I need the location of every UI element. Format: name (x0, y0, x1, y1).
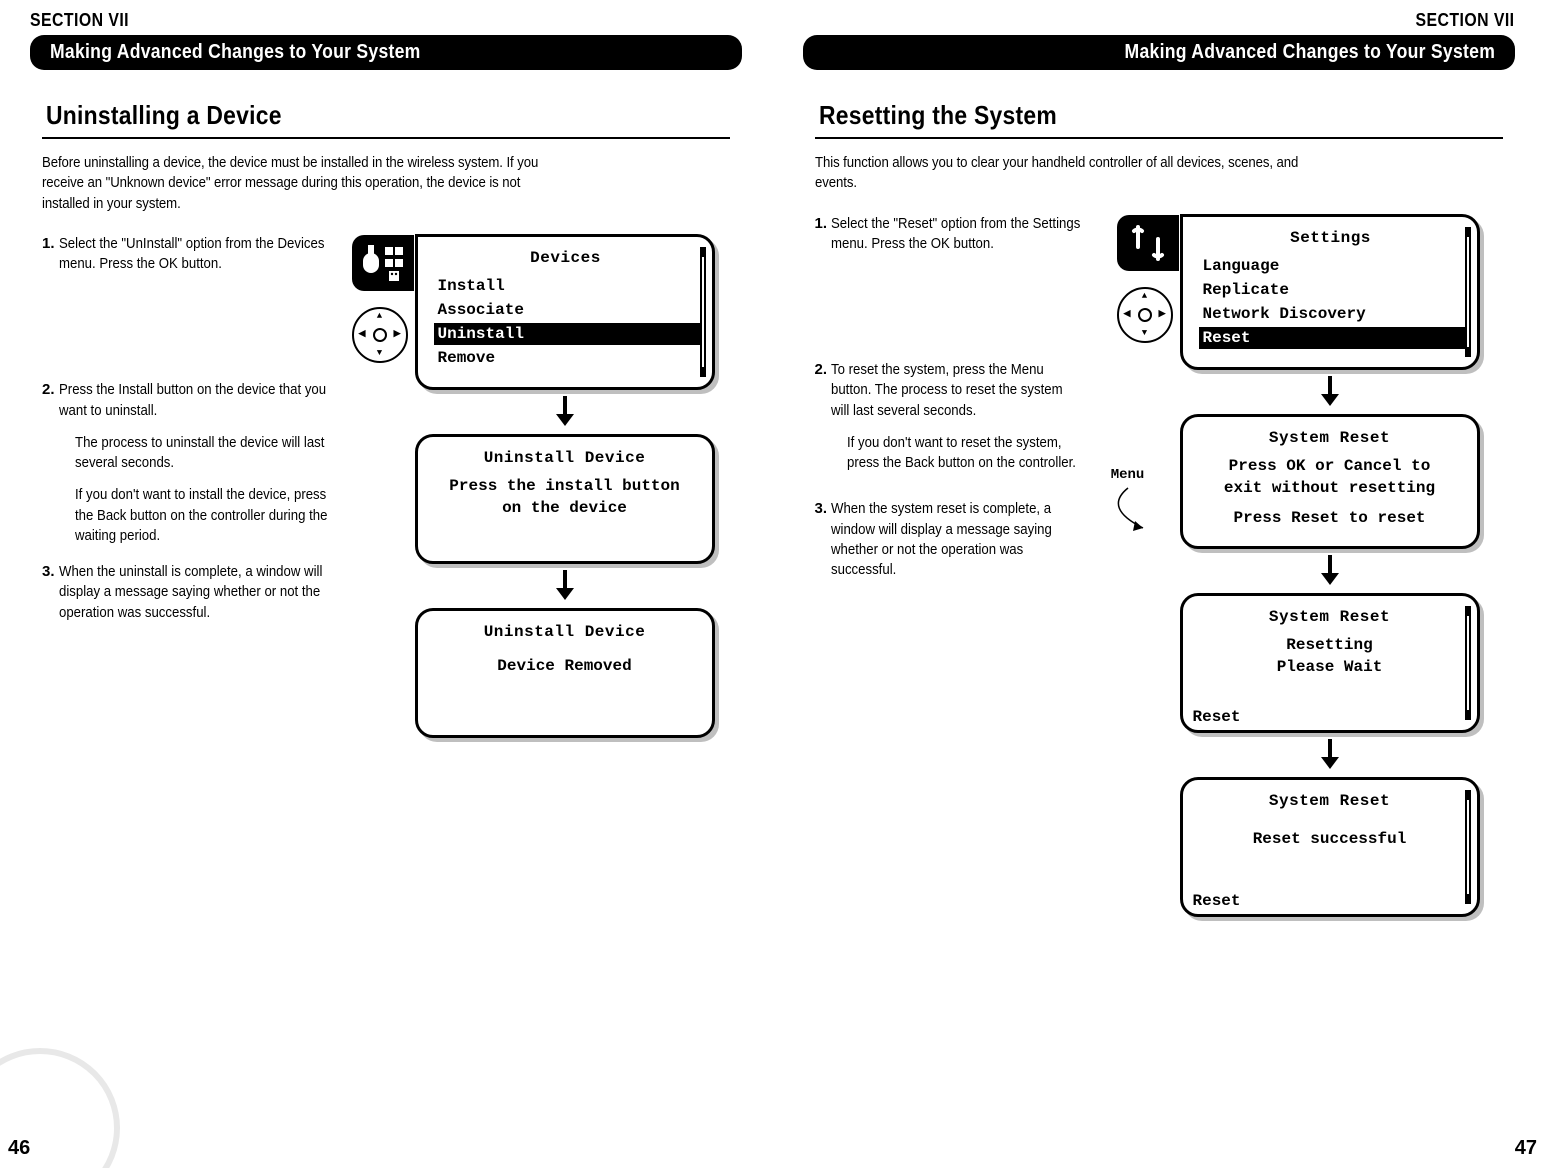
flow-arrow-icon (1315, 555, 1345, 585)
lcd-title: System Reset (1191, 792, 1469, 810)
lcd-text: Device Removed (426, 655, 704, 677)
scrollbar-icon (1465, 790, 1471, 904)
menu-item: Network Discovery (1199, 303, 1465, 325)
menu-item: Language (1199, 255, 1465, 277)
subheading-left: Uninstalling a Device (42, 100, 730, 139)
lcd-text: Press the install button (426, 475, 704, 497)
scrollbar-icon (1465, 227, 1471, 357)
step: 3. When the system reset is complete, a … (815, 499, 1115, 580)
flow-arrow-icon (1315, 739, 1345, 769)
step: 1. Select the "Reset" option from the Se… (815, 214, 1115, 255)
scrollbar-icon (700, 247, 706, 377)
menu-button-callout: Menu (1083, 467, 1173, 538)
flow-arrow-icon (1315, 376, 1345, 406)
steps-left: 1. Select the "UnInstall" option from th… (42, 234, 370, 738)
menu-item: Remove (434, 347, 700, 369)
step: 2. To reset the system, press the Menu b… (815, 360, 1115, 473)
lcd-text: Resetting (1191, 634, 1469, 656)
lcd-text: exit without resetting (1191, 477, 1469, 499)
lcd-title: Uninstall Device (426, 449, 704, 467)
subheading-right: Resetting the System (815, 100, 1504, 139)
lcd-devices-menu: ▲▼◀▶ Devices InstallAssociateUninstallRe… (415, 234, 715, 390)
devices-icon (352, 235, 414, 291)
scrollbar-icon (1465, 606, 1471, 720)
tools-icon (1117, 215, 1179, 271)
section-label-left: SECTION VII (30, 10, 129, 31)
lcd-reset-prompt: Menu System Reset Press OK or Cancel to … (1180, 414, 1480, 549)
page-number-right: 47 (1515, 1137, 1537, 1160)
heading-bar-left: Making Advanced Changes to Your System (30, 35, 742, 70)
step: 2. Press the Install button on the devic… (42, 380, 370, 546)
lcd-uninstall-result: Uninstall Device Device Removed (415, 608, 715, 738)
dpad-icon: ▲▼◀▶ (352, 307, 408, 363)
intro-left: Before uninstalling a device, the device… (42, 153, 642, 214)
lcd-softkey-label: Reset (1193, 892, 1241, 910)
dpad-icon: ▲▼◀▶ (1117, 287, 1173, 343)
lcd-uninstall-prompt: Uninstall Device Press the install butto… (415, 434, 715, 564)
menu-item: Associate (434, 299, 700, 321)
lcd-text: Please Wait (1191, 656, 1469, 678)
flow-arrow-icon (550, 396, 580, 426)
lcd-text: Press Reset to reset (1191, 507, 1469, 529)
flow-arrow-icon (550, 570, 580, 600)
lcd-text: on the device (426, 497, 704, 519)
lcd-title: Devices (428, 249, 704, 267)
intro-right: This function allows you to clear your h… (815, 153, 1415, 194)
section-label-right: SECTION VII (1416, 10, 1515, 31)
lcd-reset-result: System Reset Reset successful Reset (1180, 777, 1480, 917)
lcd-settings-menu: ▲▼◀▶ Settings LanguageReplicateNetwork D… (1180, 214, 1480, 370)
lcd-title: Settings (1193, 229, 1469, 247)
lcd-title: Uninstall Device (426, 623, 704, 641)
lcd-text: Reset successful (1191, 828, 1469, 850)
steps-right: 1. Select the "Reset" option from the Se… (815, 214, 1115, 917)
step: 1. Select the "UnInstall" option from th… (42, 234, 370, 275)
lcd-text: Press OK or Cancel to (1191, 455, 1469, 477)
menu-item: Replicate (1199, 279, 1465, 301)
menu-item: Reset (1199, 327, 1465, 349)
step: 3. When the uninstall is complete, a win… (42, 562, 370, 623)
lcd-title: System Reset (1191, 429, 1469, 447)
menu-item: Install (434, 275, 700, 297)
menu-item: Uninstall (434, 323, 700, 345)
page-number-left: 46 (8, 1137, 30, 1160)
lcd-softkey-label: Reset (1193, 708, 1241, 726)
heading-bar-right: Making Advanced Changes to Your System (803, 35, 1516, 70)
lcd-title: System Reset (1191, 608, 1469, 626)
lcd-resetting: System Reset Resetting Please Wait Reset (1180, 593, 1480, 733)
